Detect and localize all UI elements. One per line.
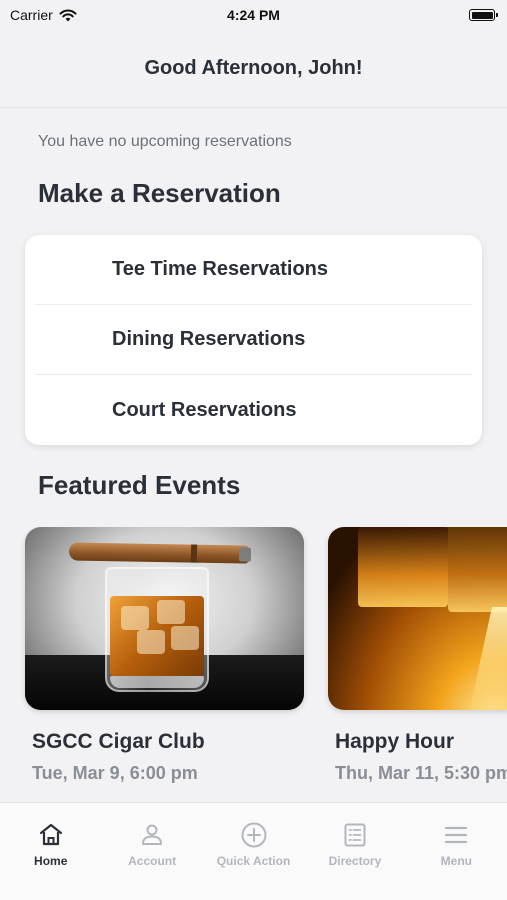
event-name: Happy Hour <box>335 730 455 753</box>
tab-label: Menu <box>440 854 472 868</box>
tab-quick-action[interactable]: Quick Action <box>203 803 304 900</box>
greeting-header: Good Afternoon, John! <box>0 30 507 108</box>
tab-home[interactable]: Home <box>0 803 101 900</box>
tab-label: Directory <box>328 854 382 868</box>
tab-directory[interactable]: Directory <box>304 803 405 900</box>
reservation-item-label: Tee Time Reservations <box>112 258 329 280</box>
tab-label: Home <box>34 854 68 868</box>
cigar-whiskey-image <box>25 527 304 710</box>
dining-reservations-button[interactable]: Dining Reservations <box>35 305 472 375</box>
event-date: Thu, Mar 11, 5:30 pm <box>335 763 507 783</box>
drinks-image <box>328 527 507 710</box>
reservation-card: Tee Time Reservations Dining Reservation… <box>25 235 482 445</box>
status-bar: Carrier 4:24 PM <box>0 0 507 30</box>
tab-menu[interactable]: Menu <box>406 803 507 900</box>
events-carousel[interactable]: SGCC Cigar Club Tue, Mar 9, 6:00 pm Happ… <box>0 527 507 792</box>
event-name: SGCC Cigar Club <box>32 730 205 753</box>
make-reservation-title: Make a Reservation <box>38 178 281 208</box>
carrier-label: Carrier <box>10 7 53 23</box>
home-icon <box>39 823 62 846</box>
battery-icon <box>469 9 498 21</box>
court-reservations-button[interactable]: Court Reservations <box>35 375 472 445</box>
wifi-icon <box>59 9 77 21</box>
tab-label: Quick Action <box>216 854 291 868</box>
reservation-item-label: Dining Reservations <box>112 328 306 350</box>
tab-bar: Home Account Quick Action Directory Menu <box>0 802 507 900</box>
no-reservations-message: You have no upcoming reservations <box>38 133 292 150</box>
event-card-happy-hour[interactable]: Happy Hour Thu, Mar 11, 5:30 pm <box>328 527 507 783</box>
list-icon <box>344 823 366 847</box>
event-date: Tue, Mar 9, 6:00 pm <box>32 763 198 783</box>
reservation-item-label: Court Reservations <box>112 398 297 421</box>
tee-time-reservations-button[interactable]: Tee Time Reservations <box>35 235 472 305</box>
tab-label: Account <box>128 854 177 868</box>
carrier-info: Carrier <box>10 7 77 23</box>
event-card-cigar-club[interactable]: SGCC Cigar Club Tue, Mar 9, 6:00 pm <box>25 527 304 783</box>
featured-events-title: Featured Events <box>38 470 241 500</box>
greeting-title: Good Afternoon, John! <box>144 57 363 79</box>
plus-circle-icon <box>241 822 267 848</box>
tab-account[interactable]: Account <box>101 803 202 900</box>
person-icon <box>142 824 163 845</box>
hamburger-icon <box>445 826 468 844</box>
